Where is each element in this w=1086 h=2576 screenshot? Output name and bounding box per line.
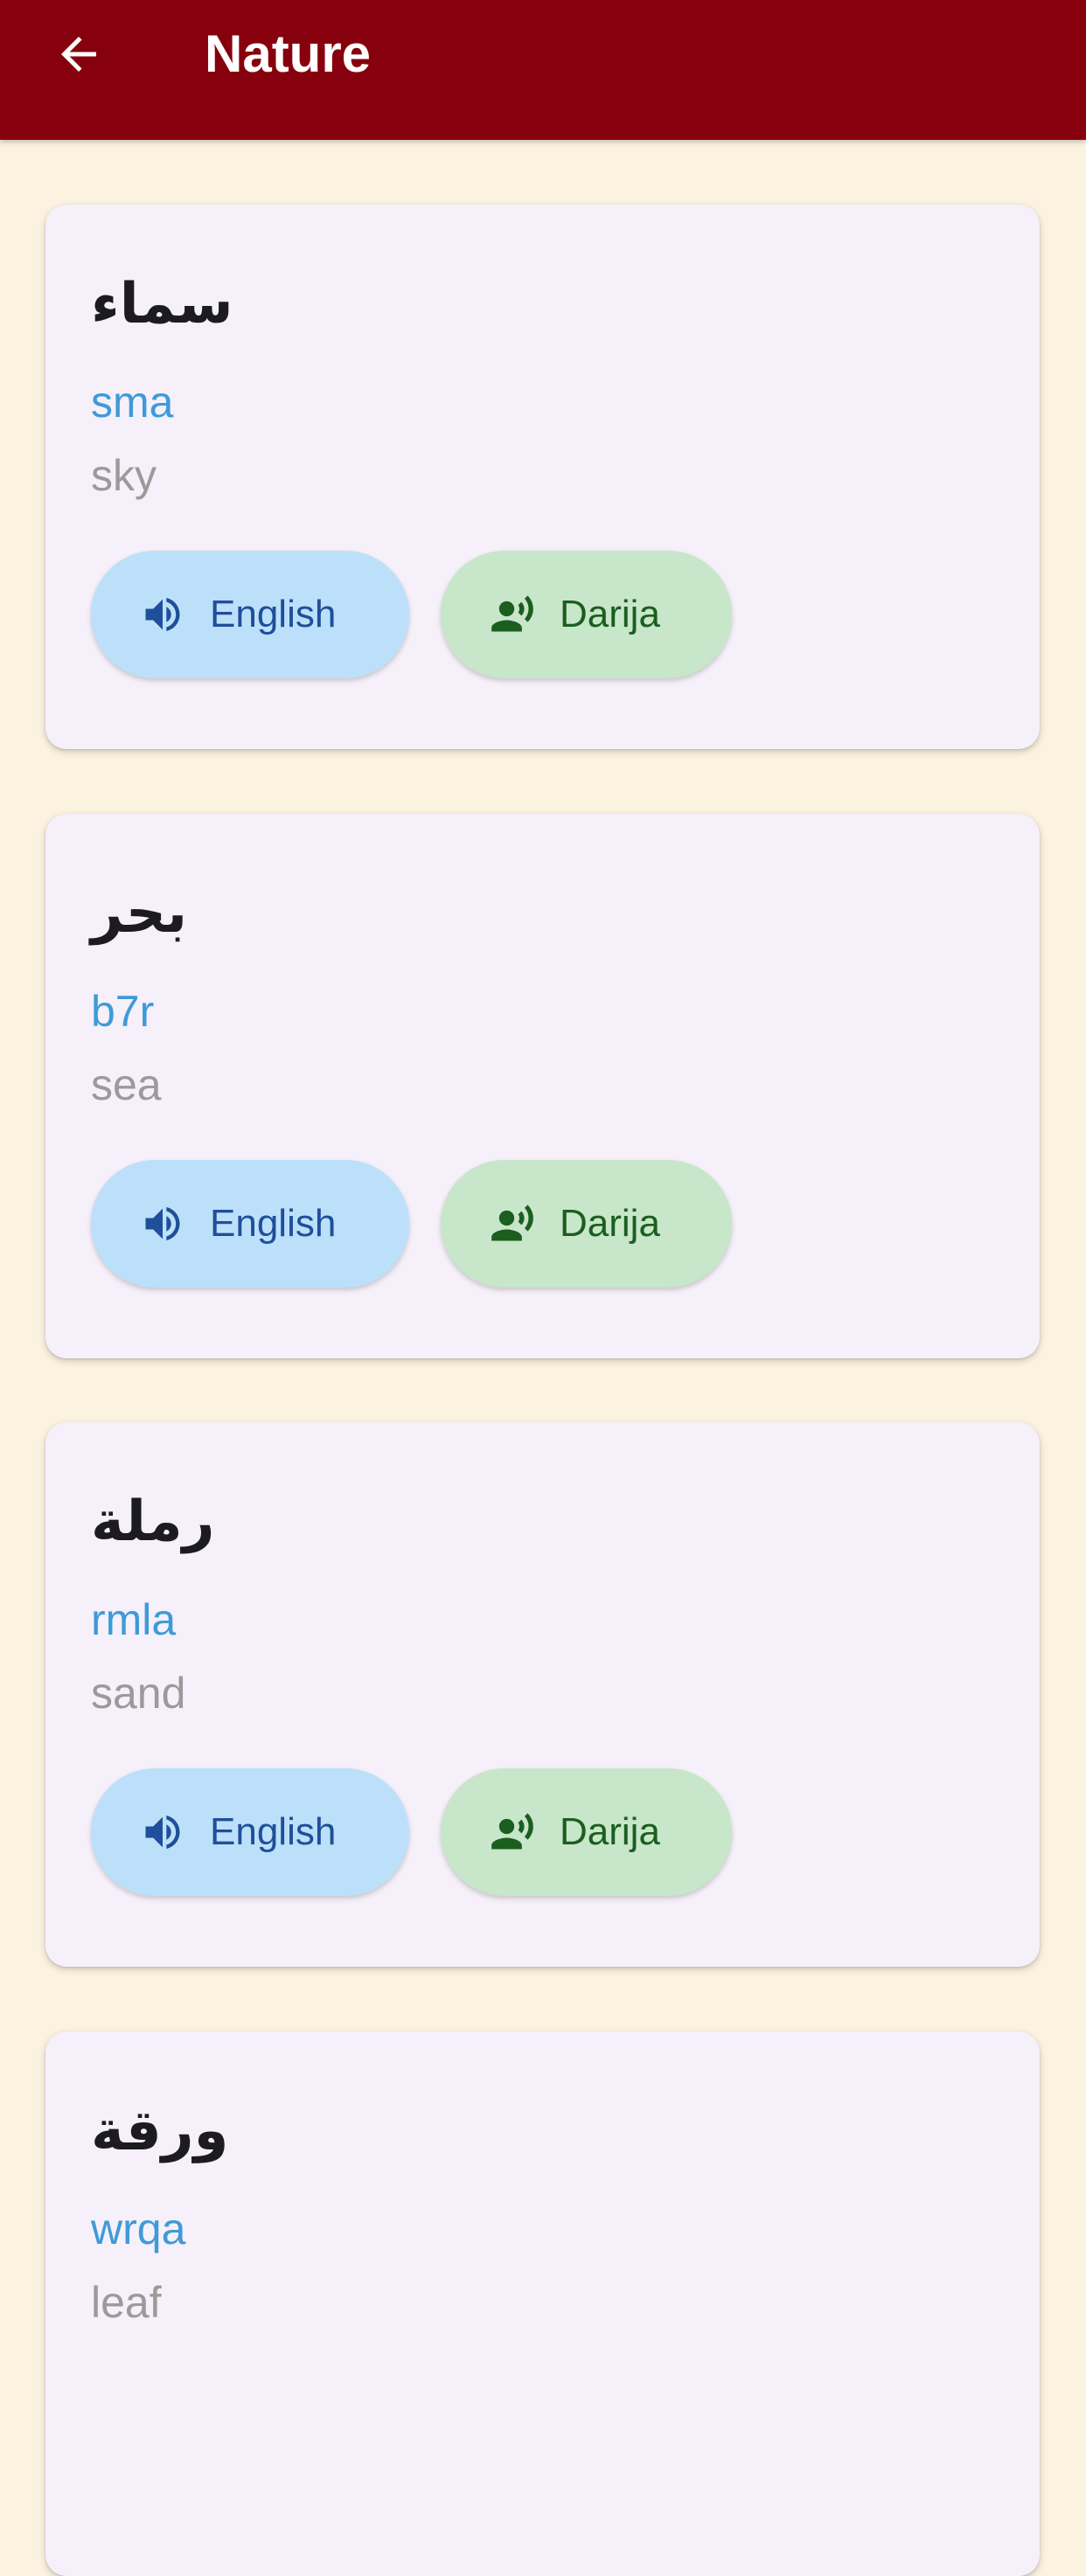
- transliteration: wrqa: [91, 2205, 186, 2253]
- word-card: ورقة wrqa leaf: [45, 2031, 1040, 2576]
- volume-up-icon: [140, 592, 185, 637]
- darija-audio-button[interactable]: Darija: [441, 1160, 732, 1288]
- english-meaning: leaf: [91, 2278, 162, 2327]
- arabic-word: ورقة: [91, 2099, 229, 2163]
- english-audio-button[interactable]: English: [91, 1160, 409, 1288]
- transliteration: rmla: [91, 1595, 177, 1644]
- darija-audio-button[interactable]: Darija: [441, 551, 732, 678]
- arrow-left-icon: [61, 37, 96, 72]
- darija-button-label: Darija: [560, 1810, 660, 1853]
- page-title: Nature: [205, 24, 372, 83]
- english-meaning: sea: [91, 1060, 162, 1109]
- volume-up-icon: [140, 1809, 185, 1855]
- english-button-label: English: [210, 1202, 337, 1245]
- english-meaning: sky: [91, 451, 157, 500]
- record-voice-icon: [490, 1201, 535, 1246]
- record-voice-icon: [490, 1809, 535, 1855]
- word-card: بحر b7r sea English Darija: [45, 814, 1040, 1358]
- word-card: سماء sma sky English Darija: [45, 205, 1040, 749]
- word-card: رملة rmla sand English Darija: [45, 1422, 1040, 1967]
- back-button[interactable]: [44, 19, 114, 89]
- arabic-word: رملة: [91, 1489, 215, 1554]
- transliteration: sma: [91, 378, 174, 427]
- app-bar: Nature: [0, 0, 1086, 140]
- english-audio-button[interactable]: English: [91, 1768, 409, 1896]
- english-button-label: English: [210, 1810, 337, 1853]
- darija-button-label: Darija: [560, 1202, 660, 1245]
- arabic-word: سماء: [91, 272, 233, 337]
- transliteration: b7r: [91, 987, 155, 1036]
- arabic-word: بحر: [91, 881, 187, 946]
- english-meaning: sand: [91, 1669, 186, 1718]
- english-audio-button[interactable]: English: [91, 551, 409, 678]
- darija-audio-button[interactable]: Darija: [441, 1768, 732, 1896]
- english-button-label: English: [210, 593, 337, 635]
- darija-button-label: Darija: [560, 593, 660, 635]
- volume-up-icon: [140, 1201, 185, 1246]
- record-voice-icon: [490, 592, 535, 637]
